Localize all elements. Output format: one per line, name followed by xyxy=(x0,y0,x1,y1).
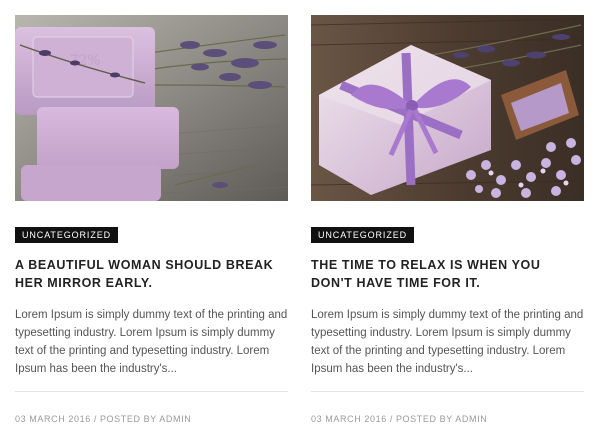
meta-separator: / xyxy=(389,414,393,424)
lavender-soap-ribbon-image xyxy=(311,15,584,201)
post-author-link[interactable]: POSTED BY ADMIN xyxy=(396,414,487,424)
category-badge[interactable]: UNCATEGORIZED xyxy=(15,227,119,243)
blog-post-card: UNCATEGORIZED THE TIME TO RELAX IS WHEN … xyxy=(311,15,584,424)
blog-post-card: 72% UNCATEGORIZED A BEAUTIFUL WOMAN SHOU… xyxy=(15,15,288,424)
post-excerpt: Lorem Ipsum is simply dummy text of the … xyxy=(311,309,584,375)
post-title[interactable]: THE TIME TO RELAX IS WHEN YOU DON'T HAVE… xyxy=(311,256,584,292)
post-title[interactable]: A BEAUTIFUL WOMAN SHOULD BREAK HER MIRRO… xyxy=(15,256,288,292)
blog-post-grid: 72% UNCATEGORIZED A BEAUTIFUL WOMAN SHOU… xyxy=(0,0,600,440)
meta-separator: / xyxy=(93,414,97,424)
post-date: 03 MARCH 2016 xyxy=(15,414,91,424)
post-meta: 03 MARCH 2016/POSTED BY ADMIN xyxy=(311,414,487,424)
post-excerpt: Lorem Ipsum is simply dummy text of the … xyxy=(15,309,288,375)
lavender-soap-stack-image: 72% xyxy=(15,15,288,201)
post-thumbnail-link[interactable] xyxy=(311,15,584,201)
post-thumbnail-link[interactable]: 72% xyxy=(15,15,288,201)
post-meta: 03 MARCH 2016/POSTED BY ADMIN xyxy=(15,414,191,424)
divider xyxy=(311,391,584,392)
category-badge[interactable]: UNCATEGORIZED xyxy=(311,227,415,243)
divider xyxy=(15,391,288,392)
post-date: 03 MARCH 2016 xyxy=(311,414,387,424)
post-author-link[interactable]: POSTED BY ADMIN xyxy=(100,414,191,424)
